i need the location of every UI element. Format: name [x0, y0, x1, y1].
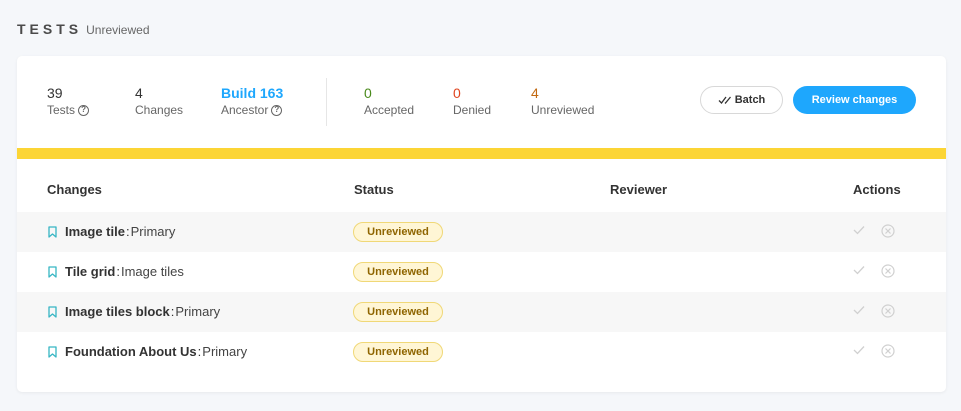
- status-badge: Unreviewed: [353, 342, 443, 362]
- help-circle-icon[interactable]: ?: [78, 104, 90, 116]
- stat-denied-value: 0: [453, 85, 461, 101]
- stats-bar: 39 Tests ? 4 Changes Build 163 Ancestor …: [17, 56, 946, 147]
- table-row[interactable]: Image tiles block : Primary Unreviewed: [17, 292, 946, 332]
- stat-accepted-value: 0: [364, 85, 372, 101]
- stat-tests-value: 39: [47, 85, 63, 101]
- changes-table: Image tile : Primary Unreviewed Tile gri…: [17, 212, 946, 372]
- ancestor-build-link[interactable]: Build 163: [221, 85, 283, 101]
- accept-check-icon[interactable]: [853, 305, 865, 315]
- column-header-status: Status: [354, 182, 394, 197]
- column-header-changes: Changes: [47, 182, 102, 197]
- change-component-name: Foundation About Us: [65, 344, 197, 359]
- help-circle-icon[interactable]: ?: [271, 104, 283, 116]
- change-cell[interactable]: Image tiles block : Primary: [48, 304, 220, 319]
- double-check-icon: [718, 96, 731, 104]
- status-badge: Unreviewed: [353, 222, 443, 242]
- review-changes-button[interactable]: Review changes: [793, 86, 916, 114]
- change-cell[interactable]: Image tile : Primary: [48, 224, 175, 239]
- change-component-name: Image tiles block: [65, 304, 170, 319]
- page-header: TESTS Unreviewed: [17, 21, 150, 37]
- stat-ancestor: Build 163 Ancestor ?: [221, 85, 283, 117]
- stat-unreviewed-label: Unreviewed: [531, 103, 595, 117]
- change-story-name: Primary: [175, 304, 221, 319]
- accept-check-icon[interactable]: [853, 345, 865, 355]
- stat-tests-label: Tests: [47, 103, 76, 117]
- status-badge: Unreviewed: [353, 262, 443, 282]
- change-story-name: Primary: [202, 344, 248, 359]
- deny-close-circle-icon[interactable]: [881, 264, 895, 278]
- deny-close-circle-icon[interactable]: [881, 224, 895, 238]
- change-component-name: Tile grid: [65, 264, 116, 279]
- stat-changes: 4 Changes: [135, 85, 183, 117]
- stat-accepted-label: Accepted: [364, 103, 415, 117]
- table-row[interactable]: Image tile : Primary Unreviewed: [17, 212, 946, 252]
- review-progress-fill: [17, 148, 946, 159]
- stat-denied-label: Denied: [453, 103, 492, 117]
- page-title: TESTS: [17, 21, 83, 37]
- column-header-reviewer: Reviewer: [610, 182, 668, 197]
- batch-button[interactable]: Batch: [700, 86, 783, 114]
- page-subtitle: Unreviewed: [86, 23, 150, 37]
- stat-changes-value: 4: [135, 85, 143, 101]
- change-story-name: Primary: [130, 224, 176, 239]
- change-component-name: Image tile: [65, 224, 125, 239]
- change-cell[interactable]: Tile grid : Image tiles: [48, 264, 184, 279]
- stat-changes-label: Changes: [135, 103, 184, 117]
- accept-check-icon[interactable]: [853, 225, 865, 235]
- accept-check-icon[interactable]: [853, 265, 865, 275]
- column-header-actions: Actions: [853, 182, 901, 197]
- table-row[interactable]: Tile grid : Image tiles Unreviewed: [17, 252, 946, 292]
- change-story-name: Image tiles: [120, 264, 184, 279]
- bookmark-icon: [48, 345, 57, 358]
- deny-close-circle-icon[interactable]: [881, 304, 895, 318]
- stat-accepted: 0 Accepted: [364, 85, 414, 117]
- bookmark-icon: [48, 265, 57, 278]
- stat-unreviewed-value: 4: [531, 85, 539, 101]
- deny-close-circle-icon[interactable]: [881, 344, 895, 358]
- stat-unreviewed: 4 Unreviewed: [531, 85, 594, 117]
- table-header: Changes Status Reviewer Actions: [17, 172, 946, 208]
- bookmark-icon: [48, 225, 57, 238]
- stat-ancestor-label: Ancestor: [221, 103, 269, 117]
- review-progress-bar: [17, 148, 946, 159]
- stat-tests: 39 Tests ?: [47, 85, 90, 117]
- batch-button-label: Batch: [734, 94, 766, 106]
- stat-denied: 0 Denied: [453, 85, 491, 117]
- change-cell[interactable]: Foundation About Us : Primary: [48, 344, 247, 359]
- table-row[interactable]: Foundation About Us : Primary Unreviewed: [17, 332, 946, 372]
- tests-card: 39 Tests ? 4 Changes Build 163 Ancestor …: [17, 56, 946, 392]
- bookmark-icon: [48, 305, 57, 318]
- review-changes-label: Review changes: [811, 94, 898, 106]
- stats-divider: [326, 78, 327, 126]
- status-badge: Unreviewed: [353, 302, 443, 322]
